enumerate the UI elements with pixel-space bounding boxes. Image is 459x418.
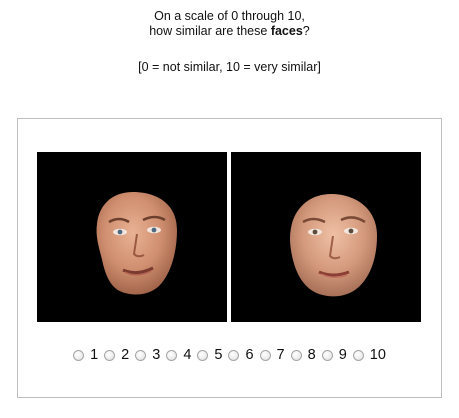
question-line-1: On a scale of 0 through 10, [154,9,305,23]
rating-label-10[interactable]: 10 [370,346,386,364]
rating-label-8[interactable]: 8 [308,346,316,364]
rating-label-2[interactable]: 2 [121,346,129,364]
rating-label-9[interactable]: 9 [339,346,347,364]
radio-button-6[interactable] [228,349,240,361]
rating-label-4[interactable]: 4 [183,346,191,364]
question-text: On a scale of 0 through 10, how similar … [0,9,459,39]
radio-button-9[interactable] [321,349,333,361]
rating-option-5[interactable]: 5 [197,346,222,364]
radio-button-3[interactable] [135,349,147,361]
rating-option-10[interactable]: 10 [352,346,386,364]
radio-button-10[interactable] [352,349,364,361]
rating-label-5[interactable]: 5 [214,346,222,364]
face-left-graphic [96,192,177,295]
rating-option-9[interactable]: 9 [321,346,347,364]
question-line-2-prefix: how similar are these [149,24,271,38]
rating-scale: 1 2 3 4 5 6 7 8 9 10 [18,346,441,364]
radio-button-4[interactable] [166,349,178,361]
rating-option-3[interactable]: 3 [135,346,160,364]
rating-option-4[interactable]: 4 [166,346,191,364]
question-line-2: how similar are these faces? [0,24,459,39]
stimulus-panel: 1 2 3 4 5 6 7 8 9 10 [17,118,442,398]
radio-button-7[interactable] [259,349,271,361]
face-image-left [37,152,227,322]
question-line-2-suffix: ? [302,24,310,38]
scale-note: [0 = not similar, 10 = very similar] [138,60,321,74]
radio-button-5[interactable] [197,349,209,361]
face-right-graphic [290,194,377,297]
rating-option-6[interactable]: 6 [228,346,254,364]
radio-button-8[interactable] [290,349,302,361]
radio-button-1[interactable] [73,349,85,361]
rating-option-7[interactable]: 7 [259,346,285,364]
radio-button-2[interactable] [104,349,116,361]
rating-option-1[interactable]: 1 [73,346,98,364]
question-keyword: faces [270,24,303,38]
rating-option-2[interactable]: 2 [104,346,129,364]
rating-label-3[interactable]: 3 [152,346,160,364]
rating-label-7[interactable]: 7 [277,346,285,364]
rating-label-6[interactable]: 6 [245,346,253,364]
face-image-right [231,152,421,322]
rating-label-1[interactable]: 1 [90,346,98,364]
rating-option-8[interactable]: 8 [290,346,316,364]
